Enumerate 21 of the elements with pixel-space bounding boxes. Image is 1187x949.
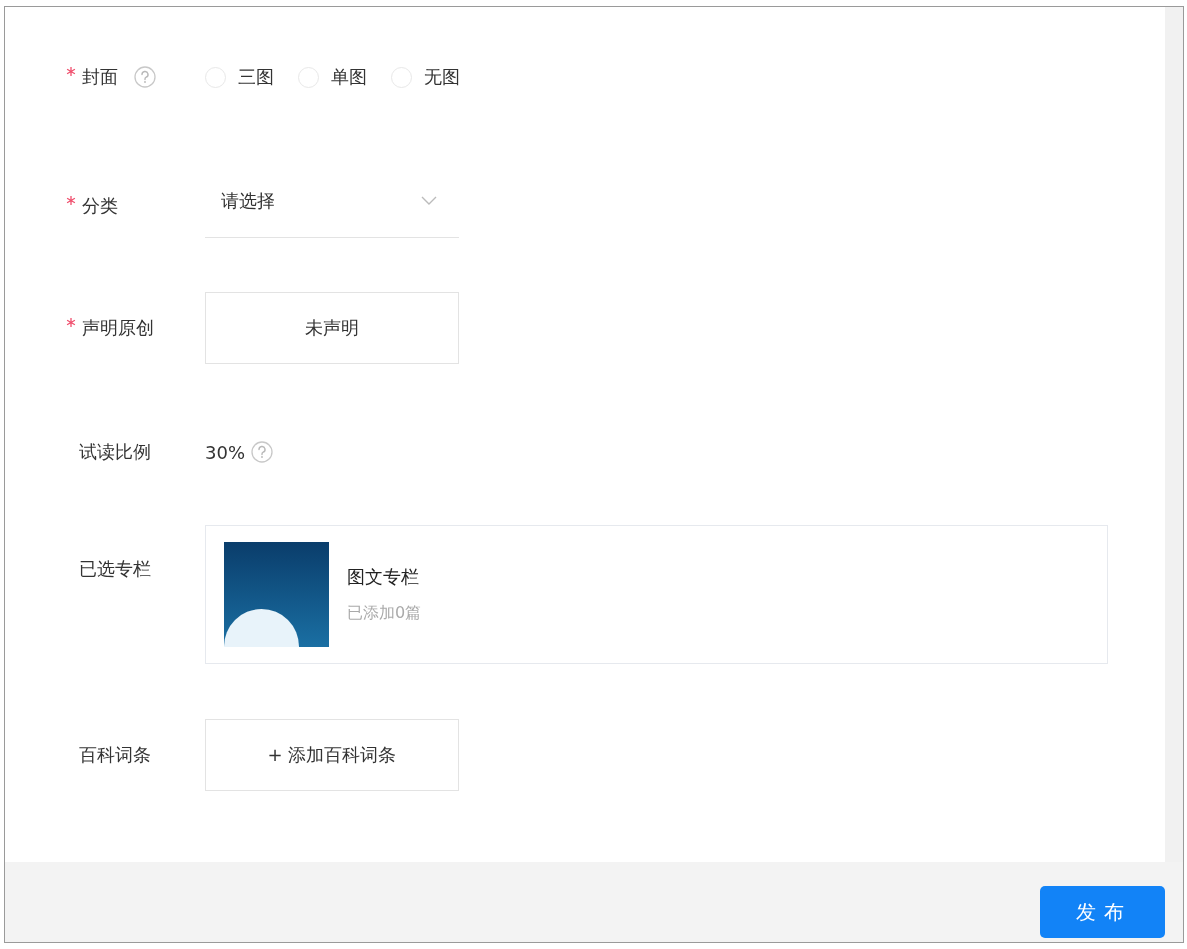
radio-option[interactable]: 无图	[391, 65, 460, 89]
chevron-down-icon	[421, 196, 437, 205]
field-label: 分类	[82, 194, 118, 218]
publish-button[interactable]: 发布	[1040, 886, 1165, 938]
field-label: 试读比例	[79, 440, 151, 464]
column-card[interactable]: 图文专栏 已添加0篇	[205, 525, 1108, 664]
help-icon[interactable]	[251, 441, 273, 463]
column-title: 图文专栏	[347, 565, 420, 589]
field-label: 封面	[82, 65, 118, 89]
help-icon[interactable]	[134, 66, 156, 88]
radio-option[interactable]: 三图	[205, 65, 274, 89]
column-count: 已添加0篇	[347, 603, 422, 624]
field-button[interactable]: 未声明	[205, 292, 459, 364]
field-label: 声明原创	[82, 316, 154, 340]
ratio-value: 30%	[205, 441, 245, 463]
field-label: 已选专栏	[79, 557, 151, 581]
radio-option[interactable]: 单图	[298, 65, 367, 89]
scrollbar-track[interactable]	[1165, 7, 1183, 862]
category-select[interactable]: 请选择	[205, 174, 459, 238]
field-button[interactable]: + 添加百科词条	[205, 719, 459, 791]
field-label: 百科词条	[79, 743, 151, 767]
